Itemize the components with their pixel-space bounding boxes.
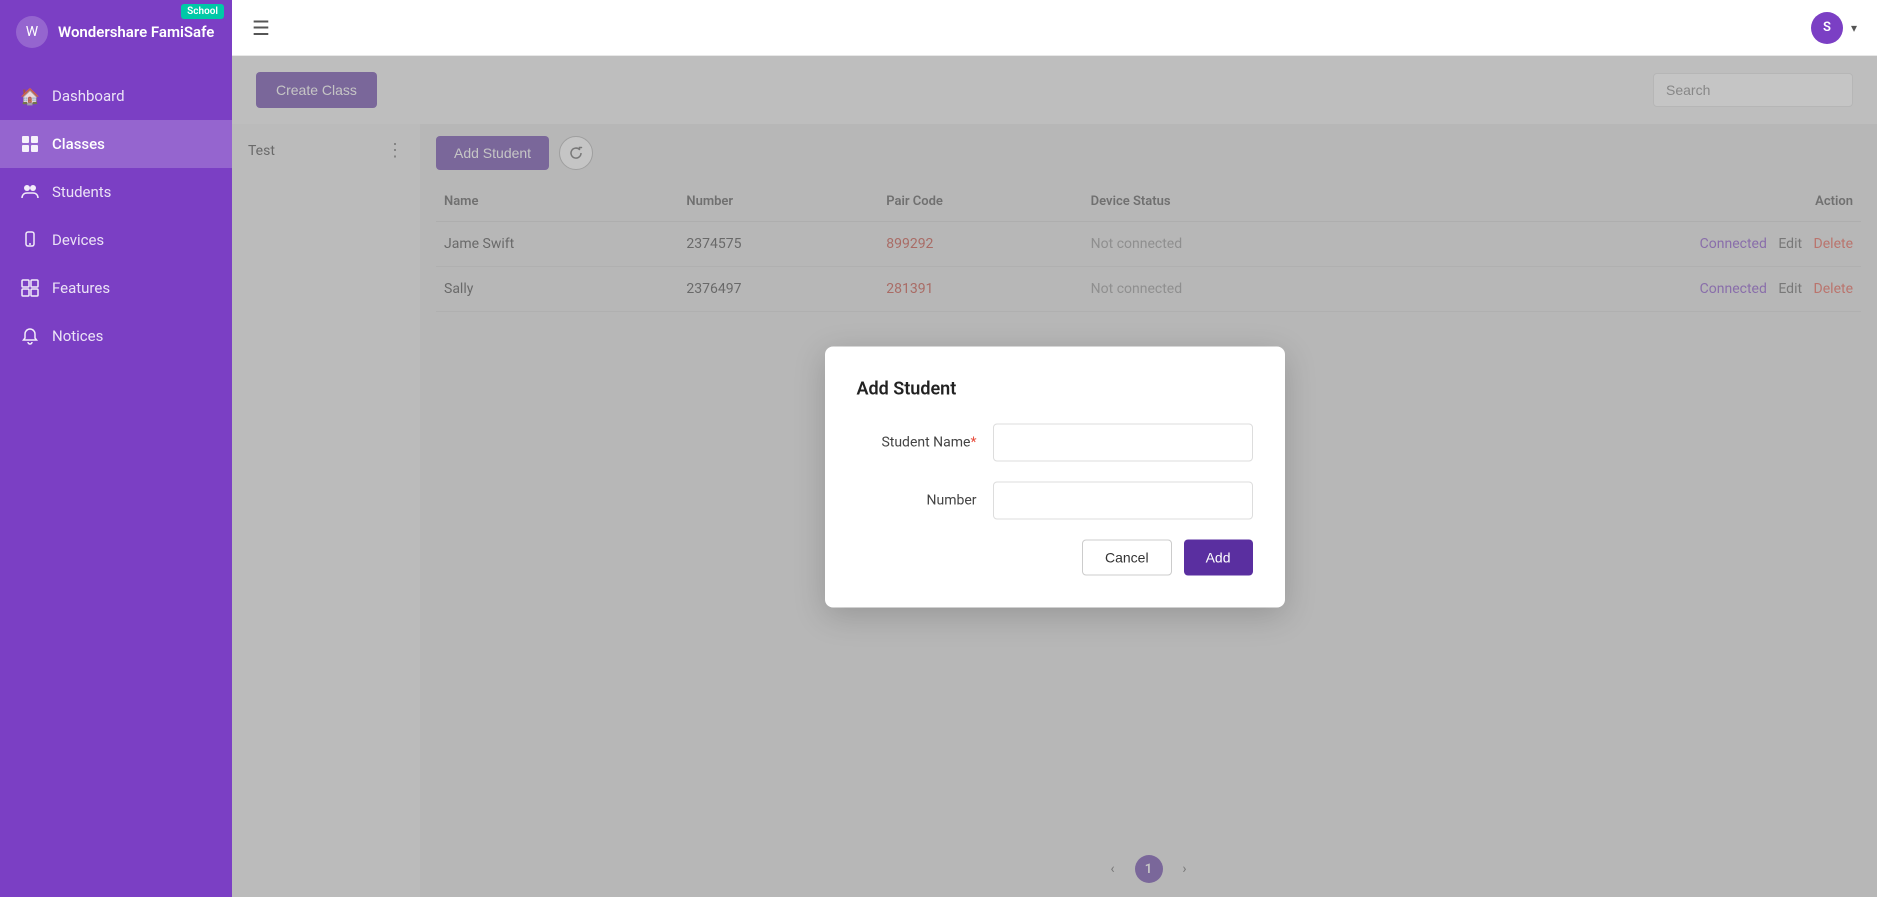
topbar: ☰ S ▾	[232, 0, 1877, 56]
sidebar-item-label-dashboard: Dashboard	[52, 87, 125, 105]
number-row: Number	[857, 481, 1253, 519]
app-name: Wondershare FamiSafe	[58, 23, 214, 41]
sidebar-item-students[interactable]: Students	[0, 168, 232, 216]
sidebar-item-label-classes: Classes	[52, 135, 105, 153]
add-button[interactable]: Add	[1184, 539, 1253, 575]
classes-icon	[20, 134, 40, 154]
modal-actions: Cancel Add	[857, 539, 1253, 575]
sidebar: W Wondershare FamiSafe School 🏠 Dashboar…	[0, 0, 232, 897]
add-student-modal: Add Student Student Name* Number Cancel …	[825, 346, 1285, 607]
sidebar-item-label-notices: Notices	[52, 327, 103, 345]
student-name-input[interactable]	[993, 423, 1253, 461]
sidebar-item-classes[interactable]: Classes	[0, 120, 232, 168]
sidebar-item-dashboard[interactable]: 🏠 Dashboard	[0, 72, 232, 120]
student-name-row: Student Name*	[857, 423, 1253, 461]
student-name-label: Student Name*	[857, 434, 977, 450]
dashboard-icon: 🏠	[20, 86, 40, 106]
number-label: Number	[857, 492, 977, 508]
logo-area: W Wondershare FamiSafe School	[0, 0, 232, 64]
number-input[interactable]	[993, 481, 1253, 519]
devices-icon	[20, 230, 40, 250]
cancel-button[interactable]: Cancel	[1082, 539, 1172, 575]
logo-icon: W	[16, 16, 48, 48]
school-badge: School	[181, 4, 224, 19]
students-icon	[20, 182, 40, 202]
sidebar-item-devices[interactable]: Devices	[0, 216, 232, 264]
features-icon	[20, 278, 40, 298]
main-wrapper: ☰ S ▾ Create Class Test ⋮ Add Studen	[232, 0, 1877, 897]
sidebar-item-label-features: Features	[52, 279, 110, 297]
sidebar-item-label-devices: Devices	[52, 231, 104, 249]
sidebar-nav: 🏠 Dashboard Classes	[0, 64, 232, 368]
sidebar-item-notices[interactable]: Notices	[0, 312, 232, 360]
user-menu-chevron[interactable]: ▾	[1851, 21, 1857, 35]
sidebar-item-features[interactable]: Features	[0, 264, 232, 312]
topbar-right: S ▾	[1811, 12, 1857, 44]
sidebar-item-label-students: Students	[52, 183, 111, 201]
page-content: Create Class Test ⋮ Add Student	[232, 56, 1877, 897]
notices-icon	[20, 326, 40, 346]
modal-title: Add Student	[857, 378, 1253, 399]
avatar[interactable]: S	[1811, 12, 1843, 44]
hamburger-menu[interactable]: ☰	[252, 16, 270, 40]
